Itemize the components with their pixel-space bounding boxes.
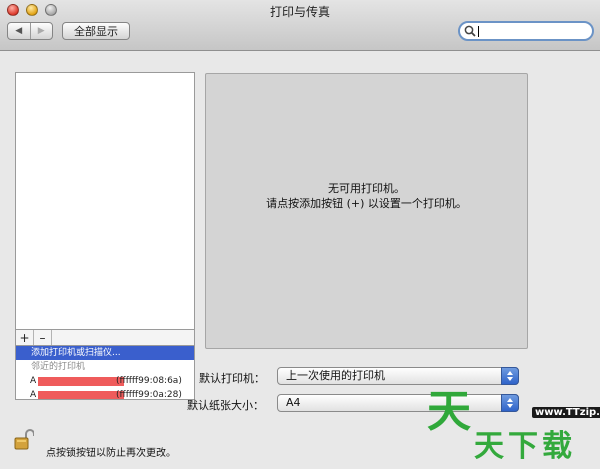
add-printer-instruction: 请点按添加按钮 (+) 以设置一个打印机。: [266, 197, 467, 210]
back-forward-control: ◀ ▶: [7, 22, 53, 40]
lock-icon[interactable]: [14, 428, 34, 450]
window-title: 打印与传真: [269, 5, 330, 19]
printer-name-prefix: A: [30, 376, 37, 386]
watermark-logo: 天: [427, 386, 471, 437]
watermark-url: www.TTzip.com: [532, 407, 600, 418]
printer-address: (ffffff99:08:6a): [116, 376, 182, 386]
redacted-printer-name: [38, 377, 124, 386]
no-printer-message: 无可用打印机。: [328, 182, 405, 195]
add-printer-menu: 添加打印机或扫描仪... 邻近的打印机 A (ffffff99:08:6a) A…: [15, 346, 195, 400]
redacted-printer-name: [38, 391, 124, 399]
printer-list[interactable]: [15, 72, 195, 330]
window-titlebar: 打印与传真 ◀ ▶ 全部显示: [0, 0, 600, 51]
default-printer-label: 默认打印机：: [199, 372, 265, 385]
printer-name-prefix: A: [30, 390, 37, 400]
watermark-logo-text: 天下载: [474, 429, 576, 464]
add-printer-button[interactable]: +: [16, 330, 34, 345]
menu-item-nearby-printer[interactable]: A (ffffff99:08:6a): [16, 374, 194, 388]
menu-item-add-printer-or-scanner[interactable]: 添加打印机或扫描仪...: [16, 346, 194, 360]
default-paper-size-label: 默认纸张大小：: [187, 399, 264, 412]
menu-header-nearby-printers: 邻近的打印机: [31, 362, 86, 372]
show-all-button[interactable]: 全部显示: [62, 22, 130, 40]
search-field[interactable]: [458, 21, 594, 41]
back-button[interactable]: ◀: [8, 23, 30, 39]
printer-detail-panel: 无可用打印机。 请点按添加按钮 (+) 以设置一个打印机。: [205, 73, 528, 349]
forward-button[interactable]: ▶: [29, 23, 53, 39]
search-icon: [464, 25, 476, 37]
remove-printer-button[interactable]: –: [34, 330, 52, 345]
text-cursor: [478, 25, 479, 37]
add-remove-bar: + –: [15, 330, 195, 346]
printer-address: (ffffff99:0a:28): [116, 390, 182, 400]
default-paper-size-value: A4: [286, 396, 301, 409]
default-printer-value: 上一次使用的打印机: [286, 369, 385, 382]
menu-item-nearby-printer[interactable]: A (ffffff99:0a:28): [16, 388, 194, 400]
lock-hint-text: 点按锁按钮以防止再次更改。: [46, 448, 176, 459]
